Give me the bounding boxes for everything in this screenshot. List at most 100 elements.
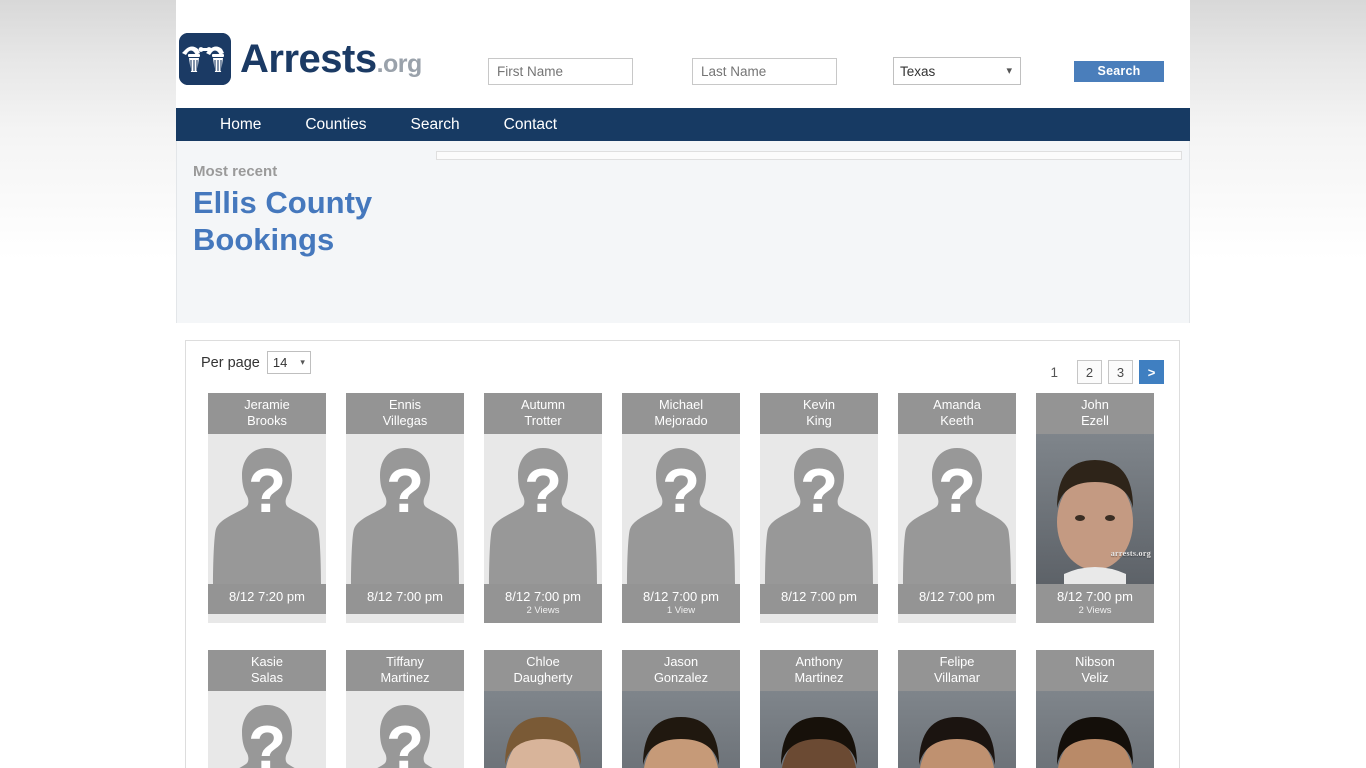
booking-card[interactable]: Amanda Keeth ? 8/12 7:00 pm	[898, 393, 1016, 623]
card-view-count: 2 Views	[1078, 605, 1112, 616]
browser-viewport: Arrests.org Texas ▾ Search Home Counties…	[0, 0, 1366, 768]
card-view-count: 2 Views	[526, 605, 560, 616]
booking-card[interactable]: Kevin King ? 8/12 7:00 pm	[760, 393, 878, 623]
first-name-input[interactable]	[488, 57, 633, 85]
card-name-header: Jason Gonzalez	[622, 650, 740, 691]
card-name-header: Kasie Salas	[208, 650, 326, 691]
placeholder-avatar-icon: ?	[622, 434, 740, 584]
booking-card[interactable]: Michael Mejorado ? 8/12 7:00 pm 1 View	[622, 393, 740, 623]
card-first-name: Jeramie	[244, 397, 290, 412]
svg-text:?: ?	[386, 714, 424, 768]
main-navigation: Home Counties Search Contact	[176, 108, 1190, 141]
svg-text:?: ?	[248, 457, 286, 526]
card-first-name: Nibson	[1075, 654, 1115, 669]
card-last-name: Ezell	[1081, 413, 1109, 428]
card-last-name: Salas	[250, 670, 283, 685]
card-footer: 8/12 7:20 pm	[208, 584, 326, 614]
nav-item-search[interactable]: Search	[389, 108, 482, 141]
card-first-name: Ennis	[388, 397, 421, 412]
card-first-name: Tiffany	[386, 654, 424, 669]
placeholder-avatar-icon: ?	[208, 691, 326, 768]
card-footer: 8/12 7:00 pm	[760, 584, 878, 614]
card-first-name: Autumn	[520, 397, 566, 412]
booking-card[interactable]: Anthony Martinez	[760, 650, 878, 768]
card-name-header: Anthony Martinez	[760, 650, 878, 691]
nav-item-counties[interactable]: Counties	[283, 108, 388, 141]
booking-card[interactable]: Chloe Daugherty	[484, 650, 602, 768]
placeholder-avatar-icon: ?	[346, 434, 464, 584]
page-container: Arrests.org Texas ▾ Search Home Counties…	[176, 0, 1190, 768]
booking-card[interactable]: Ennis Villegas ? 8/12 7:00 pm	[346, 393, 464, 623]
card-booking-date: 8/12 7:00 pm	[505, 589, 581, 604]
pagination-page-2[interactable]: 2	[1077, 360, 1102, 384]
page-title: Ellis County Bookings	[193, 185, 373, 257]
card-name-header: Amanda Keeth	[898, 393, 1016, 434]
card-first-name: Chloe	[526, 654, 560, 669]
placeholder-avatar-icon: ?	[208, 434, 326, 584]
card-booking-date: 8/12 7:00 pm	[781, 589, 857, 604]
card-first-name: Kasie	[250, 654, 283, 669]
search-button[interactable]: Search	[1074, 60, 1164, 82]
card-last-name: Trotter	[524, 413, 562, 428]
results-toolbar: Per page 14 ▾ 1 2 3 >	[186, 341, 1179, 393]
card-booking-date: 8/12 7:00 pm	[367, 589, 443, 604]
card-name-header: Tiffany Martinez	[346, 650, 464, 691]
booking-card[interactable]: Kasie Salas ?	[208, 650, 326, 768]
card-name-header: Ennis Villegas	[346, 393, 464, 434]
card-last-name: King	[806, 413, 832, 428]
card-last-name: Martinez	[794, 670, 844, 685]
per-page-control: Per page 14 ▾	[201, 351, 1165, 374]
placeholder-avatar-icon: ?	[346, 691, 464, 768]
card-name-header: Felipe Villamar	[898, 650, 1016, 691]
card-first-name: Anthony	[795, 654, 843, 669]
card-booking-date: 8/12 7:00 pm	[643, 589, 719, 604]
per-page-select[interactable]: 14	[266, 351, 311, 374]
card-footer: 8/12 7:00 pm 2 Views	[484, 584, 602, 623]
card-booking-date: 8/12 7:00 pm	[919, 589, 995, 604]
nav-item-home[interactable]: Home	[198, 108, 283, 141]
site-logo[interactable]: Arrests.org	[179, 33, 422, 85]
booking-card-grid: Jeramie Brooks ? 8/12 7:20 pm Ennis Vill…	[186, 393, 1179, 768]
card-name-header: Kevin King	[760, 393, 878, 434]
svg-text:?: ?	[662, 457, 700, 526]
mugshot-photo	[898, 691, 1016, 768]
pagination-next-button[interactable]: >	[1139, 360, 1164, 384]
card-name-header: Chloe Daugherty	[484, 650, 602, 691]
pagination-current-page: 1	[1050, 364, 1058, 380]
card-view-count: 1 View	[666, 605, 696, 616]
mugshot-photo	[484, 691, 602, 768]
svg-text:?: ?	[386, 457, 424, 526]
state-select-wrapper: Texas ▾	[893, 57, 1021, 85]
ad-slot	[436, 151, 1182, 160]
booking-card[interactable]: Jeramie Brooks ? 8/12 7:20 pm	[208, 393, 326, 623]
logo-tld: org	[383, 50, 422, 78]
placeholder-avatar-icon: ?	[484, 434, 602, 584]
pagination-page-3[interactable]: 3	[1108, 360, 1133, 384]
booking-card[interactable]: Nibson Veliz	[1036, 650, 1154, 768]
state-select[interactable]: Texas	[893, 57, 1021, 85]
card-footer: 8/12 7:00 pm	[346, 584, 464, 614]
booking-card[interactable]: John Ezell arrests.org 8/12 7:00 pm 2 Vi…	[1036, 393, 1154, 623]
svg-text:?: ?	[938, 457, 976, 526]
logo-wordmark: Arrests.org	[240, 39, 422, 79]
per-page-label: Per page	[201, 354, 260, 371]
page-heading-section: Most recent Ellis County Bookings	[176, 141, 1190, 323]
site-masthead: Arrests.org Texas ▾ Search	[176, 0, 1190, 108]
card-last-name: Keeth	[940, 413, 974, 428]
per-page-select-wrapper: 14 ▾	[266, 351, 311, 374]
last-name-input[interactable]	[692, 57, 837, 85]
card-first-name: Michael	[658, 397, 704, 412]
booking-card[interactable]: Tiffany Martinez ?	[346, 650, 464, 768]
card-name-header: Autumn Trotter	[484, 393, 602, 434]
card-name-header: John Ezell	[1036, 393, 1154, 434]
booking-card[interactable]: Autumn Trotter ? 8/12 7:00 pm 2 Views	[484, 393, 602, 623]
card-booking-date: 8/12 7:20 pm	[229, 589, 305, 604]
card-footer: 8/12 7:00 pm 1 View	[622, 584, 740, 623]
card-first-name: Felipe	[939, 654, 975, 669]
card-last-name: Villamar	[934, 670, 980, 685]
mugshot-photo	[760, 691, 878, 768]
booking-card[interactable]: Felipe Villamar	[898, 650, 1016, 768]
card-booking-date: 8/12 7:00 pm	[1057, 589, 1133, 604]
booking-card[interactable]: Jason Gonzalez	[622, 650, 740, 768]
nav-item-contact[interactable]: Contact	[482, 108, 579, 141]
